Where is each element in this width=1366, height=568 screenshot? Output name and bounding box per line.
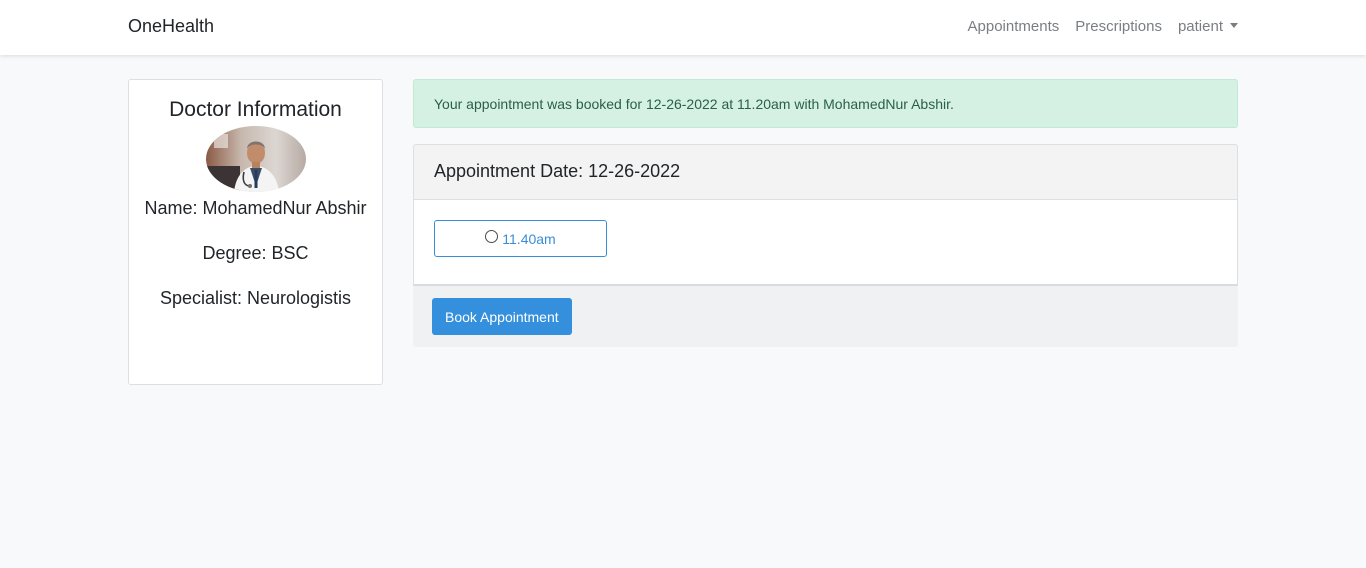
nav-links: Appointments Prescriptions patient bbox=[968, 18, 1238, 35]
doctor-specialist: Specialist: Neurologistis bbox=[159, 288, 352, 308]
time-slot-label: 11.40am bbox=[502, 230, 556, 247]
user-dropdown-label: patient bbox=[1177, 18, 1223, 35]
brand-logo-link[interactable]: OneHealth bbox=[128, 16, 214, 37]
doctor-name: Name: MohamedNur Abshir bbox=[144, 198, 367, 218]
time-slot-button[interactable]: 11.40am bbox=[434, 220, 607, 257]
doctor-avatar bbox=[205, 126, 306, 192]
booking-success-alert: Your appointment was booked for 12-26-20… bbox=[413, 79, 1238, 128]
appointment-card: Appointment Date: 12-26-2022 11.40am Boo… bbox=[413, 144, 1238, 347]
book-appointment-button[interactable]: Book Appointment bbox=[432, 298, 572, 335]
doctor-info-title: Doctor Information bbox=[169, 98, 342, 121]
appointment-slots: 11.40am bbox=[413, 199, 1238, 286]
doctor-degree: Degree: BSC bbox=[202, 243, 309, 263]
appointment-date-header: Appointment Date: 12-26-2022 bbox=[413, 144, 1238, 199]
nav-prescriptions-link[interactable]: Prescriptions bbox=[1075, 18, 1162, 35]
top-navbar: OneHealth Appointments Prescriptions pat… bbox=[0, 0, 1366, 55]
radio-circle-icon bbox=[485, 229, 499, 243]
caret-down-icon bbox=[1230, 23, 1238, 28]
nav-appointments-link[interactable]: Appointments bbox=[968, 18, 1060, 35]
doctor-info-card: Doctor Information Name: MohamedNur Absh… bbox=[128, 79, 383, 385]
doctor-photo-image bbox=[205, 126, 306, 192]
user-dropdown-toggle[interactable]: patient bbox=[1178, 18, 1238, 35]
appointment-footer: Book Appointment bbox=[413, 286, 1238, 347]
